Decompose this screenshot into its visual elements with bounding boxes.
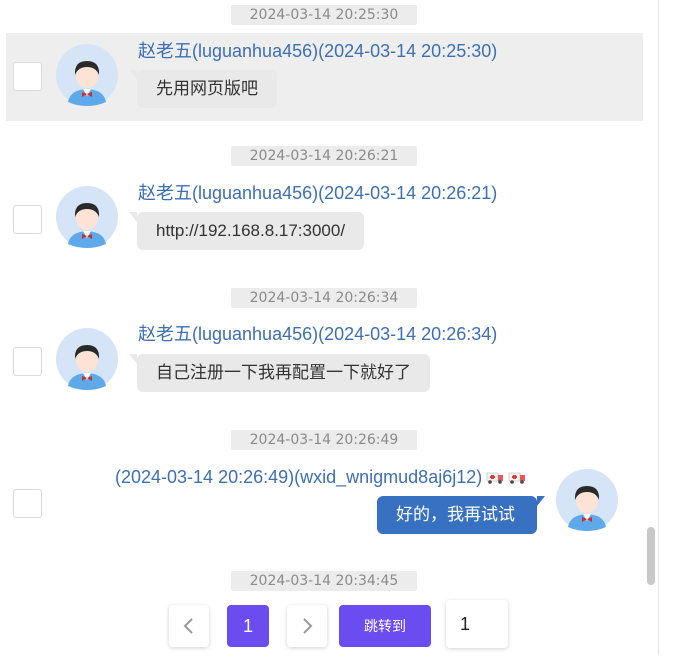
message-bubble[interactable]: http://192.168.8.17:3000/	[128, 212, 365, 250]
jump-to-page-button[interactable]: 跳转到	[339, 605, 431, 647]
avatar	[56, 328, 118, 390]
sender-name-text: (2024-03-14 20:26:49)(wxid_wnigmud8aj6j1…	[115, 467, 483, 487]
select-checkbox[interactable]	[13, 62, 42, 91]
chevron-right-icon	[303, 618, 313, 634]
sender-name: 赵老五(luguanhua456)(2024-03-14 20:26:21)	[138, 183, 498, 203]
select-checkbox[interactable]	[13, 205, 42, 234]
sender-name: 赵老五(luguanhua456)(2024-03-14 20:25:30)	[138, 41, 498, 61]
message-bubble[interactable]: 先用网页版吧	[129, 70, 277, 108]
ambulance-icon	[508, 472, 526, 484]
user-avatar-icon	[56, 328, 118, 390]
user-avatar-icon	[556, 469, 618, 531]
ambulance-icon	[486, 472, 504, 484]
select-checkbox[interactable]	[13, 347, 42, 376]
message-bubble-self[interactable]: 好的，我再试试	[377, 496, 545, 534]
jump-page-input[interactable]: 1	[446, 600, 508, 648]
next-page-button[interactable]	[287, 605, 327, 647]
chevron-left-icon	[183, 618, 193, 634]
select-checkbox[interactable]	[13, 489, 42, 518]
avatar	[56, 186, 118, 248]
timestamp-label: 2024-03-14 20:34:45	[231, 571, 417, 591]
prev-page-button[interactable]	[169, 605, 209, 647]
avatar	[556, 469, 618, 531]
sender-name: (2024-03-14 20:26:49)(wxid_wnigmud8aj6j1…	[115, 465, 526, 489]
timestamp-label: 2024-03-14 20:26:21	[231, 146, 417, 166]
timestamp-label: 2024-03-14 20:25:30	[231, 5, 417, 25]
user-avatar-icon	[56, 186, 118, 248]
user-avatar-icon	[56, 44, 118, 106]
scrollbar-thumb[interactable]	[647, 527, 655, 585]
avatar	[56, 44, 118, 106]
panel-divider	[658, 0, 659, 655]
timestamp-label: 2024-03-14 20:26:49	[231, 430, 417, 450]
message-bubble[interactable]: 自己注册一下我再配置一下就好了	[129, 354, 430, 392]
page-button-current[interactable]: 1	[227, 605, 269, 647]
sender-name: 赵老五(luguanhua456)(2024-03-14 20:26:34)	[138, 324, 498, 344]
timestamp-label: 2024-03-14 20:26:34	[231, 288, 417, 308]
